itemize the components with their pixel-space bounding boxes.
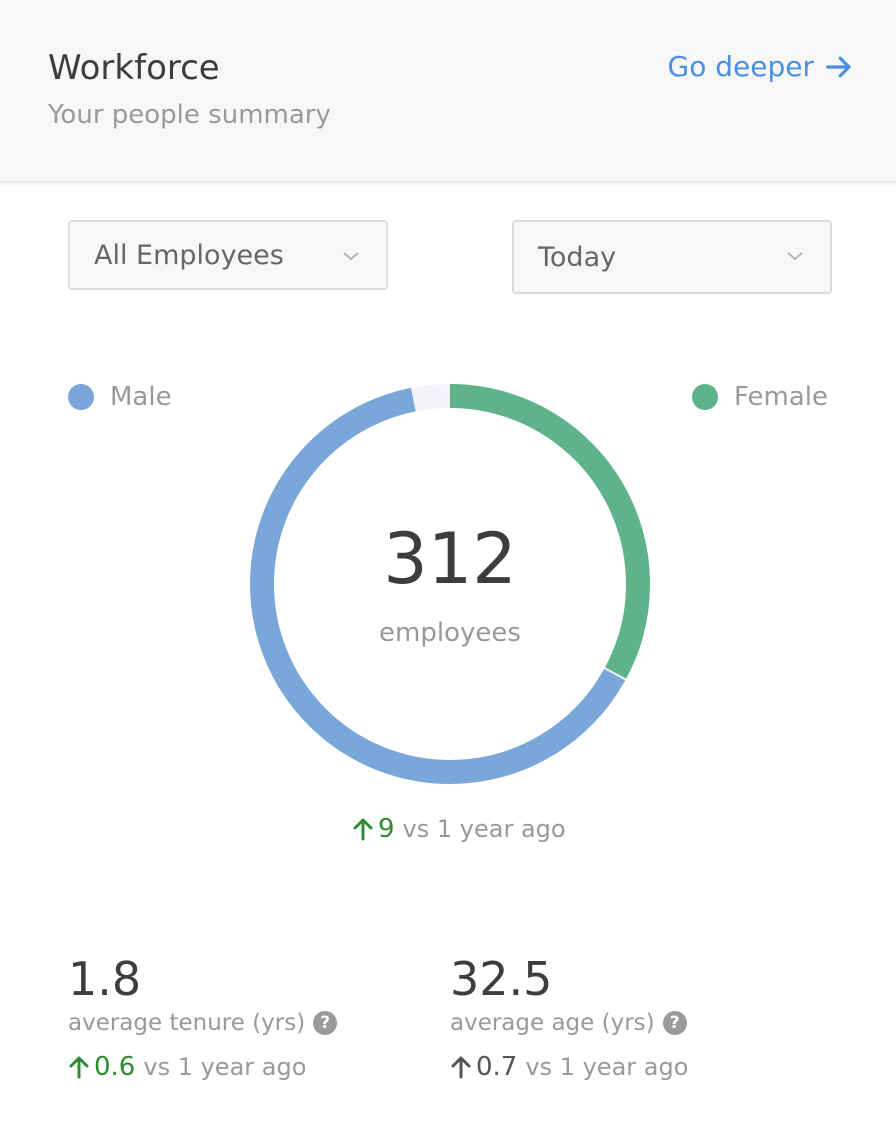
arrow-up-icon bbox=[451, 1056, 471, 1079]
age-delta-value: 0.7 bbox=[476, 1052, 518, 1082]
legend-female-swatch bbox=[692, 384, 718, 410]
age-delta: 0.7 vs 1 year ago bbox=[450, 1052, 688, 1082]
date-filter-value: Today bbox=[538, 241, 617, 273]
tenure-label: average tenure (yrs) bbox=[68, 1010, 306, 1036]
legend-male-swatch bbox=[68, 384, 94, 410]
employee-filter-value: All Employees bbox=[94, 239, 284, 271]
tenure-delta-value: 0.6 bbox=[94, 1052, 136, 1082]
arrow-right-icon bbox=[826, 56, 851, 77]
help-icon[interactable]: ? bbox=[313, 1011, 338, 1035]
employee-delta-text: vs 1 year ago bbox=[402, 815, 566, 843]
employee-delta-value: 9 bbox=[378, 814, 395, 844]
employee-count-label: employees bbox=[379, 618, 521, 648]
legend-male: Male bbox=[68, 382, 172, 412]
age-value: 32.5 bbox=[450, 952, 553, 1006]
card-header: Workforce Your people summary Go deeper bbox=[0, 0, 896, 182]
tenure-delta-text: vs 1 year ago bbox=[143, 1053, 307, 1081]
date-filter-select[interactable]: Today bbox=[512, 220, 832, 294]
tenure-delta: 0.6 vs 1 year ago bbox=[68, 1052, 306, 1082]
age-label-row: average age (yrs) ? bbox=[450, 1010, 687, 1036]
page-subtitle: Your people summary bbox=[48, 100, 331, 130]
go-deeper-link[interactable]: Go deeper bbox=[668, 50, 854, 83]
employee-delta: 9 vs 1 year ago bbox=[352, 814, 566, 844]
go-deeper-label: Go deeper bbox=[667, 50, 814, 83]
employee-filter-select[interactable]: All Employees bbox=[68, 220, 388, 290]
tenure-label-row: average tenure (yrs) ? bbox=[68, 1010, 338, 1036]
employee-count: 312 bbox=[383, 518, 517, 600]
help-icon[interactable]: ? bbox=[662, 1011, 687, 1035]
chevron-down-icon bbox=[787, 252, 803, 261]
arrow-up-icon bbox=[353, 818, 373, 841]
tenure-value: 1.8 bbox=[68, 952, 142, 1006]
age-label: average age (yrs) bbox=[450, 1010, 655, 1036]
legend-female: Female bbox=[692, 382, 828, 412]
page-title: Workforce bbox=[48, 48, 220, 88]
legend-female-label: Female bbox=[734, 382, 829, 412]
age-delta-text: vs 1 year ago bbox=[525, 1053, 689, 1081]
arrow-up-icon bbox=[69, 1056, 89, 1079]
chevron-down-icon bbox=[343, 252, 359, 261]
legend-male-label: Male bbox=[110, 382, 172, 412]
